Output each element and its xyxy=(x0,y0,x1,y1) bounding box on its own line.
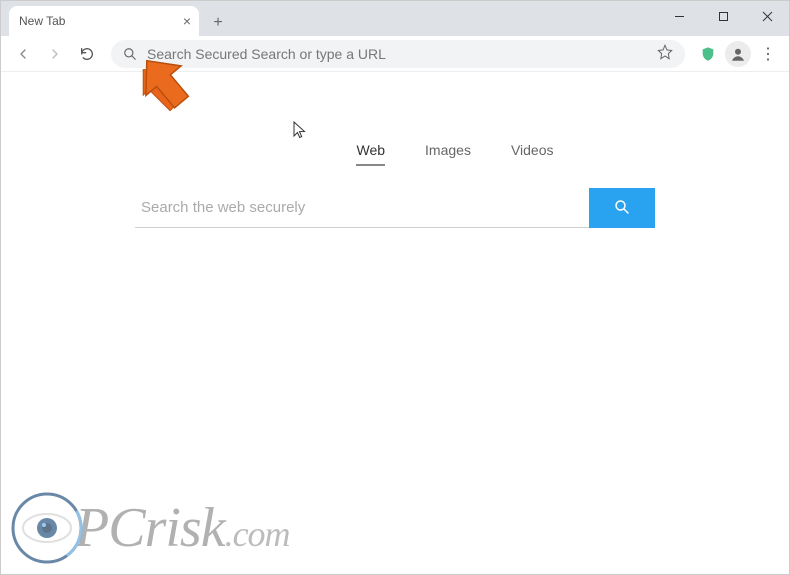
tab-web[interactable]: Web xyxy=(356,142,385,166)
bookmark-star-icon[interactable] xyxy=(657,44,673,64)
tab-strip: New Tab × + xyxy=(1,1,789,36)
watermark-prefix: PC xyxy=(75,496,145,560)
omnibox-input[interactable] xyxy=(147,46,651,62)
search-input[interactable] xyxy=(135,188,589,228)
watermark-logo: PCrisk.com xyxy=(11,492,290,564)
watermark-suffix: .com xyxy=(225,513,290,555)
close-window-button[interactable] xyxy=(745,1,789,31)
watermark-eye-icon xyxy=(11,492,83,564)
toolbar: ⋮ xyxy=(1,36,789,72)
shield-extension-icon[interactable] xyxy=(695,41,721,67)
search-bar xyxy=(135,188,655,228)
menu-button[interactable]: ⋮ xyxy=(755,41,781,67)
magnifier-icon xyxy=(613,198,631,219)
window-controls xyxy=(657,1,789,31)
watermark-mid: risk xyxy=(145,496,225,560)
maximize-button[interactable] xyxy=(701,1,745,31)
page-content: Web Images Videos xyxy=(1,72,789,228)
browser-window: New Tab × + xyxy=(0,0,790,575)
omnibox[interactable] xyxy=(111,40,685,68)
browser-tab[interactable]: New Tab × xyxy=(9,6,199,36)
back-button[interactable] xyxy=(9,40,37,68)
watermark-text: PCrisk.com xyxy=(75,496,290,560)
tab-images[interactable]: Images xyxy=(425,142,471,166)
profile-avatar-icon[interactable] xyxy=(725,41,751,67)
search-category-tabs: Web Images Videos xyxy=(356,142,553,166)
forward-button[interactable] xyxy=(41,40,69,68)
tab-title: New Tab xyxy=(19,14,65,28)
tab-videos[interactable]: Videos xyxy=(511,142,554,166)
close-tab-icon[interactable]: × xyxy=(183,13,191,29)
minimize-button[interactable] xyxy=(657,1,701,31)
search-icon xyxy=(123,47,137,61)
reload-button[interactable] xyxy=(73,40,101,68)
search-button[interactable] xyxy=(589,188,655,228)
new-tab-button[interactable]: + xyxy=(205,10,231,36)
